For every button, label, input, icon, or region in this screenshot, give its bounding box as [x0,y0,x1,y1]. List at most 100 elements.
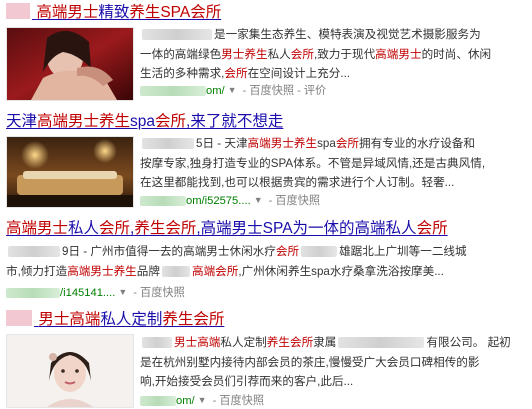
snippet-keyword-highlight: 会所 [290,47,314,61]
title-keyword-highlight: 男士高端 [38,311,101,328]
title-keyword-highlight: 养生会所 [134,220,197,237]
thumbnail-image [7,137,133,207]
snippet-line: 在这里都能找到,也可以根据贵宾的需求进行个人订制。轻奢... [140,173,485,193]
snippet-keyword-highlight: 会所 [224,67,248,81]
redacted-text [161,266,190,278]
snippet-line: 按摩专家,独身打造专业的SPA体系。不管是异域风情,还是古典风情, [140,154,485,174]
result-thumbnail[interactable] [6,27,134,101]
title-keyword-highlight: 会所 [99,220,131,237]
cache-link[interactable]: 百度快照 [140,287,185,299]
caret-down-icon[interactable]: ▼ [254,195,263,205]
snippet-text: 品牌 [136,264,160,278]
snippet-text: 私人定制 [220,336,267,349]
result-title[interactable]: 男士高端私人定制养生会所 [6,310,224,330]
title-keyword-highlight: 会所 [416,220,448,237]
result-snippet: 男士高端私人定制养生会所隶属 有限公司。 起初是在杭州别墅内接待内部会员的茶庄,慢… [140,333,511,392]
title-text: spa [130,113,156,130]
title-keyword-highlight: 高端男士 [6,220,69,237]
snippet-keyword-highlight: 高端男士 [375,47,422,61]
result-url[interactable]: om/ [206,85,225,97]
review-link[interactable]: 评价 [304,85,326,97]
result-snippet: 9日 - 广州市值得一去的高端男士休闲水疗会所 雄踞北上广圳等一二线城市,倾力打造… [6,242,467,281]
redacted-text [8,246,60,258]
snippet-line: 5日 - 天津高端男士养生spa会所拥有专业的水疗设备和 [140,134,485,154]
snippet-text: 有限公司。 起初 [426,336,511,349]
snippet-text: 私人 [267,47,291,61]
snippet-text: 的时尚、休闲 [421,47,492,61]
cache-link[interactable]: 百度快照 [249,85,294,97]
title-keyword-highlight: 养生会所 [162,311,225,328]
snippet-line: 是一家集生态养生、模特表演及视觉艺术摄影服务为 [140,25,491,45]
snippet-text: 雄踞北上广圳等一二线城 [339,245,467,258]
result-title[interactable]: 高端男士私人会所,养生会所,高端男士SPA为一体的高端私人会所 [6,219,448,239]
title-text: 精致 [98,4,130,21]
cache-link[interactable]: 百度快照 [275,195,320,207]
snippet-text: 是在杭州别墅内接待内部会员的茶庄,慢慢受广大会员口碑相传的影 [140,355,480,369]
snippet-line: 男士高端私人定制养生会所隶属 有限公司。 起初 [140,333,511,353]
result-url[interactable]: om/ [176,395,195,407]
title-keyword-highlight: 高端男士养生 [37,113,131,130]
snippet-keyword-highlight: 男士养生 [221,47,268,61]
result-snippet: 5日 - 天津高端男士养生spa会所拥有专业的水疗设备和按摩专家,独身打造专业的… [140,134,485,193]
result-meta: om/▼ - 百度快照 - 评价 [140,82,326,99]
result-thumbnail[interactable] [6,334,134,408]
result-title[interactable]: 高端男士精致养生SPA会所 [6,3,221,23]
result-title[interactable]: 天津高端男士养生spa会所,来了就不想走 [6,112,283,132]
title-text: 私人 [68,220,100,237]
snippet-keyword-highlight: 会所 [275,245,300,258]
redacted-text [142,29,212,41]
snippet-line: 生活的多种需求,会所在空间设计上充分... [140,64,491,84]
result-thumbnail[interactable] [6,136,134,208]
title-keyword-highlight: 高端男士 [36,4,99,21]
title-mark [6,310,32,326]
caret-down-icon[interactable]: ▼ [198,395,207,405]
title-keyword-highlight: 养生SPA会所 [129,4,222,21]
result-meta: om/▼ - 百度快照 [140,392,264,409]
snippet-text: ,广州休闲养生spa水疗桑拿洗浴按摩美... [238,264,444,278]
thumbnail-image [7,335,133,407]
snippet-line: 市,倾力打造高端男士养生品牌 高端会所,广州休闲养生spa水疗桑拿洗浴按摩美... [6,262,467,282]
snippet-text: 在这里都能找到,也可以根据贵宾的需求进行个人订制。轻奢... [140,176,455,190]
redacted-text [301,246,338,258]
snippet-text: 响,开始接受会员们引荐而来的客户,此后... [140,375,354,389]
snippet-text: spa [317,137,336,150]
cache-link[interactable]: 百度快照 [219,395,264,407]
snippet-text: 是一家集生态养生、模特表演及视觉艺术摄影服务为 [214,28,481,41]
redacted-text [338,337,425,349]
snippet-text: 5日 - 天津 [196,137,248,150]
snippet-text: 9日 - 广州市值得一去的高端男士休闲水疗 [62,245,276,258]
result-meta: om/i52575.... ▼ - 百度快照 [140,192,320,209]
url-redacted [140,86,206,97]
snippet-line: 是在杭州别墅内接待内部会员的茶庄,慢慢受广大会员口碑相传的影 [140,353,511,373]
snippet-line: 一体的高端绿色男士养生私人会所,致力于现代高端男士的时尚、休闲 [140,45,491,65]
caret-down-icon[interactable]: ▼ [118,287,127,297]
url-redacted [6,288,60,299]
snippet-keyword-highlight: 会所 [335,137,360,150]
snippet-text: 拥有专业的水疗设备和 [359,137,475,150]
snippet-text: 按摩专家,独身打造专业的SPA体系。不管是异域风情,还是古典风情, [140,156,486,170]
redacted-text [142,138,194,150]
snippet-line: 9日 - 广州市值得一去的高端男士休闲水疗会所 雄踞北上广圳等一二线城 [6,242,467,262]
snippet-keyword-highlight: 男士高端 [174,336,221,349]
redacted-text [142,337,172,349]
title-keyword-highlight: 会所 [155,113,187,130]
result-url[interactable]: om/i52575.... [186,195,251,207]
snippet-keyword-highlight: 高端会所 [191,264,239,278]
snippet-text: ,致力于现代 [313,47,376,61]
snippet-text: 一体的高端绿色 [140,47,222,61]
snippet-keyword-highlight: 养生会所 [266,336,314,349]
result-meta: /i145141.... ▼ - 百度快照 [6,284,185,301]
snippet-line: 响,开始接受会员们引荐而来的客户,此后... [140,372,511,392]
url-redacted [140,396,176,407]
snippet-text: 隶属 [313,336,337,349]
snippet-text: 生活的多种需求, [140,67,225,81]
caret-down-icon[interactable]: ▼ [228,85,237,95]
title-text: 天津 [6,113,38,130]
title-text: ,来了就不想走 [186,113,284,130]
snippet-keyword-highlight: 高端男士养生 [247,137,318,150]
snippet-text: 市,倾力打造 [6,264,68,278]
snippet-text: 在空间设计上充分... [247,67,351,81]
title-text: 私人定制 [100,311,163,328]
result-url[interactable]: /i145141.... [60,287,115,299]
thumbnail-image [7,28,133,100]
